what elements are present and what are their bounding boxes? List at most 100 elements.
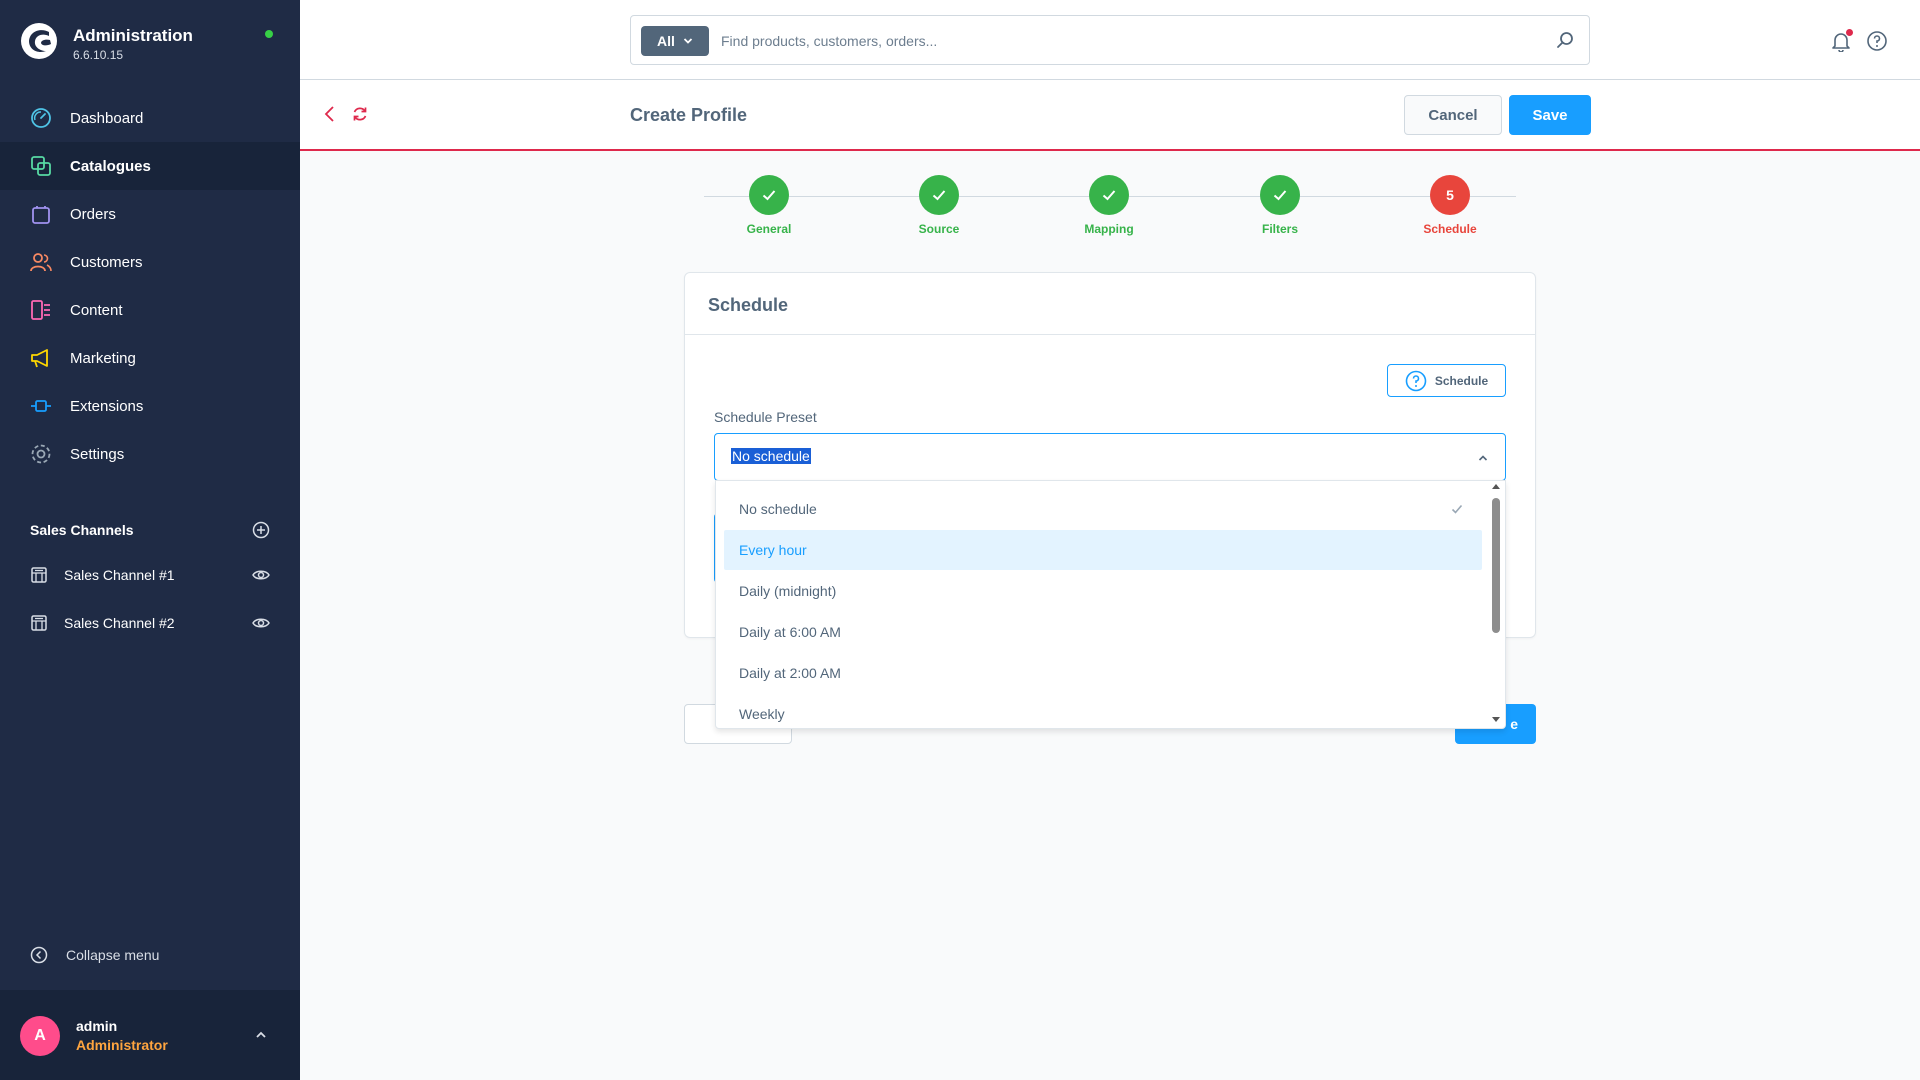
storefront-icon (31, 567, 47, 583)
step-label: Filters (1261, 222, 1298, 236)
dropdown-option-daily-midnight[interactable]: Daily (midnight) (724, 571, 1482, 611)
step-number: 5 (1430, 175, 1470, 215)
marketing-icon (31, 349, 48, 368)
sidebar-item-catalogues[interactable]: Catalogues (0, 142, 300, 190)
step-source[interactable]: Source (889, 175, 989, 236)
user-panel[interactable]: A admin Administrator (0, 990, 300, 1080)
chevron-left-circle-icon (30, 946, 48, 964)
schedule-help-button[interactable]: Schedule (1387, 364, 1506, 397)
step-label: Schedule (1423, 222, 1477, 236)
sidebar-item-extensions[interactable]: Extensions (0, 382, 300, 430)
chevron-up-icon[interactable] (254, 1028, 268, 1042)
check-icon (1102, 190, 1116, 201)
sidebar-item-label: Catalogues (70, 157, 151, 175)
sales-channels-title: Sales Channels (30, 522, 134, 538)
sidebar-item-label: Extensions (70, 397, 144, 415)
app-version: 6.6.10.15 (73, 48, 124, 62)
brand: Administration 6.6.10.15 (20, 22, 280, 72)
sales-channels-header: Sales Channels (30, 518, 270, 542)
dropdown-option-no-schedule[interactable]: No schedule (724, 489, 1482, 529)
option-label: No schedule (739, 501, 817, 517)
app-title: Administration (73, 26, 193, 45)
avatar: A (20, 1016, 60, 1056)
step-general[interactable]: General (719, 175, 819, 236)
search-input[interactable] (721, 26, 1541, 56)
sales-channel-item-2[interactable]: Sales Channel #2 (30, 603, 270, 643)
check-icon (1273, 190, 1287, 201)
sidebar-item-label: Content (70, 301, 123, 319)
option-label: Daily (midnight) (739, 583, 837, 599)
schedule-preset-select[interactable]: No schedule (714, 433, 1506, 481)
orders-icon (32, 206, 50, 224)
step-done-indicator (1260, 175, 1300, 215)
scrollbar-thumb[interactable] (1492, 498, 1500, 633)
sales-channel-label: Sales Channel #2 (64, 615, 175, 631)
cancel-button[interactable]: Cancel (1404, 95, 1502, 135)
step-done-indicator (749, 175, 789, 215)
page-title: Create Profile (630, 105, 748, 125)
user-name: admin (76, 1018, 118, 1034)
card-title: Schedule (708, 295, 789, 315)
sales-channel-item-1[interactable]: Sales Channel #1 (30, 555, 270, 595)
scroll-down-arrow[interactable] (1492, 717, 1500, 722)
shopware-logo-icon (21, 23, 57, 59)
status-indicator (265, 30, 273, 38)
dropdown-option-weekly[interactable]: Weekly (724, 694, 1482, 728)
save-button[interactable]: Save (1509, 95, 1591, 135)
eye-icon[interactable] (252, 614, 270, 632)
dropdown-option-every-hour[interactable]: Every hour (724, 530, 1482, 570)
sidebar-item-dashboard[interactable]: Dashboard (0, 94, 300, 142)
eye-icon[interactable] (252, 566, 270, 584)
topbar: All (300, 0, 1920, 80)
user-role: Administrator (76, 1037, 168, 1053)
option-label: Daily at 2:00 AM (739, 665, 841, 681)
wizard-stepper: General Source Mapping Filters 5 Schedul… (704, 175, 1516, 245)
reload-icon[interactable] (351, 105, 369, 123)
schedule-help-label: Schedule (1434, 373, 1489, 388)
sidebar-item-label: Customers (70, 253, 143, 271)
check-icon (762, 190, 776, 201)
schedule-preset-dropdown: No schedule Every hour Daily (midnight) … (715, 480, 1506, 729)
dropdown-option-daily-6am[interactable]: Daily at 6:00 AM (724, 612, 1482, 652)
sidebar-item-customers[interactable]: Customers (0, 238, 300, 286)
sidebar-item-label: Settings (70, 445, 125, 463)
collapse-menu-button[interactable]: Collapse menu (30, 946, 159, 964)
page-header: Create Profile Cancel Save (300, 80, 1920, 151)
step-done-indicator (919, 175, 959, 215)
sidebar-item-label: Dashboard (70, 109, 144, 127)
schedule-preset-label: Schedule Preset (714, 409, 817, 425)
card-divider (685, 334, 1535, 335)
chevron-down-icon (683, 38, 693, 44)
catalogues-icon (31, 156, 51, 176)
scroll-up-arrow[interactable] (1492, 484, 1500, 489)
sidebar: Administration 6.6.10.15 Dashboard Catal… (0, 0, 300, 1080)
step-mapping[interactable]: Mapping (1059, 175, 1159, 236)
step-filters[interactable]: Filters (1230, 175, 1330, 236)
step-label: General (746, 222, 792, 236)
settings-icon (31, 444, 51, 464)
step-schedule[interactable]: 5 Schedule (1400, 175, 1500, 236)
option-label: Every hour (739, 542, 807, 558)
search-type-label: All (657, 33, 675, 49)
check-icon (1451, 504, 1463, 514)
dropdown-option-daily-2am[interactable]: Daily at 2:00 AM (724, 653, 1482, 693)
step-label: Mapping (1084, 222, 1134, 236)
search-icon[interactable] (1555, 30, 1575, 50)
step-label: Source (918, 222, 960, 236)
add-circle-icon[interactable] (252, 521, 270, 539)
step-done-indicator (1089, 175, 1129, 215)
chevron-left-icon[interactable] (322, 105, 338, 123)
search-type-dropdown[interactable]: All (641, 26, 709, 56)
content-icon (31, 300, 50, 320)
option-label: Weekly (739, 706, 785, 722)
sidebar-item-content[interactable]: Content (0, 286, 300, 334)
extensions-icon (31, 400, 51, 412)
customers-icon (30, 253, 52, 272)
selected-value: No schedule (731, 448, 811, 464)
sidebar-item-settings[interactable]: Settings (0, 430, 300, 478)
notification-badge (1846, 29, 1853, 36)
chevron-up-icon (1478, 455, 1488, 461)
sidebar-item-marketing[interactable]: Marketing (0, 334, 300, 382)
sidebar-item-orders[interactable]: Orders (0, 190, 300, 238)
help-icon[interactable] (1866, 30, 1888, 52)
